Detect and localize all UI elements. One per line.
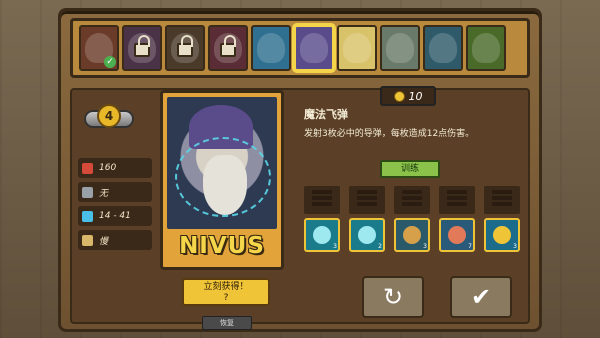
shield-icon xyxy=(82,186,93,198)
hero-portrait-1[interactable]: ✓ xyxy=(79,25,119,71)
skill-level-pip xyxy=(492,190,512,194)
hero-face-icon xyxy=(257,33,285,63)
hero-face-icon xyxy=(472,33,500,63)
hero-portrait-6[interactable] xyxy=(294,25,334,71)
skill-cost-value: 10 xyxy=(408,89,423,103)
restore-button[interactable]: 恢复 xyxy=(202,316,252,330)
hero-face-icon xyxy=(386,33,414,63)
hero-stats: 160 无 14 - 41 慢 xyxy=(78,158,152,254)
stat-value: 无 xyxy=(99,188,109,199)
lock-icon xyxy=(177,35,193,57)
hero-portrait-2[interactable] xyxy=(122,25,162,71)
skill-level-pip xyxy=(447,196,467,200)
skill-glyph-icon xyxy=(493,226,511,244)
skill-level-pip xyxy=(402,196,422,200)
skill-count: 3 xyxy=(513,243,517,250)
skill-slot-column: 3 xyxy=(484,186,520,252)
hero-face-icon xyxy=(343,33,371,63)
skill-count: 3 xyxy=(423,243,427,250)
skill-level-pip xyxy=(312,190,332,194)
hero-name: NIVUS xyxy=(179,233,265,259)
skill-icon-1[interactable]: 3 xyxy=(304,218,340,252)
level-number: 4 xyxy=(97,104,121,128)
hero-portrait-5[interactable] xyxy=(251,25,291,71)
skill-count: 2 xyxy=(378,243,382,250)
reset-button[interactable]: ↻ xyxy=(362,276,424,318)
confirm-button[interactable]: ✔ xyxy=(450,276,512,318)
stat-row: 160 xyxy=(78,158,152,178)
skill-level-pip xyxy=(402,202,422,206)
stat-value: 慢 xyxy=(99,236,109,247)
skill-level-pips xyxy=(304,186,340,214)
owned-check-icon: ✓ xyxy=(104,56,116,68)
skill-level-pip xyxy=(447,202,467,206)
lock-icon xyxy=(134,35,150,57)
checkmark-icon: ✔ xyxy=(470,283,492,311)
buy-now-label: 立刻获得！ xyxy=(203,282,249,292)
reset-icon: ↻ xyxy=(382,283,404,311)
train-button[interactable]: 训练 xyxy=(380,160,440,178)
hero-portrait-7[interactable] xyxy=(337,25,377,71)
hero-face-icon xyxy=(429,33,457,63)
skill-level-pips xyxy=(439,186,475,214)
skill-level-pip xyxy=(402,190,422,194)
buy-now-button[interactable]: 立刻获得！ ? xyxy=(182,278,270,306)
magic-attack-icon xyxy=(82,210,93,222)
skill-level-pip xyxy=(312,202,332,206)
skill-level-pip xyxy=(357,190,377,194)
skill-level-pips xyxy=(394,186,430,214)
skill-icon-4[interactable]: 7 xyxy=(439,218,475,252)
skill-slots: 3 2 3 7 3 xyxy=(304,186,520,252)
skill-description-panel: 魔法飞弹 发射3枚必中的导弹，每枚造成12点伤害。 xyxy=(304,106,516,156)
skill-description: 发射3枚必中的导弹，每枚造成12点伤害。 xyxy=(304,129,475,139)
skill-glyph-icon xyxy=(403,226,421,244)
coin-icon xyxy=(393,90,405,102)
skill-count: 3 xyxy=(333,243,337,250)
stat-row: 无 xyxy=(78,182,152,202)
skill-icon-5[interactable]: 3 xyxy=(484,218,520,252)
stat-row: 慢 xyxy=(78,230,152,250)
skill-glyph-icon xyxy=(313,226,331,244)
skill-level-pip xyxy=(492,196,512,200)
hero-portrait-8[interactable] xyxy=(380,25,420,71)
skill-count: 7 xyxy=(468,243,472,250)
skill-slot-column: 2 xyxy=(349,186,385,252)
skill-title: 魔法飞弹 xyxy=(304,108,348,121)
heart-icon xyxy=(82,162,93,174)
hero-face-icon xyxy=(300,33,328,63)
skill-level-pip xyxy=(447,190,467,194)
magic-sparks-graphic xyxy=(175,137,271,217)
hero-card: NIVUS xyxy=(160,90,284,270)
skill-level-pips xyxy=(349,186,385,214)
skill-cost-badge: 10 xyxy=(380,86,436,106)
hero-portrait-4[interactable] xyxy=(208,25,248,71)
skill-level-pip xyxy=(357,196,377,200)
stat-row: 14 - 41 xyxy=(78,206,152,226)
hourglass-icon xyxy=(82,234,93,246)
skill-level-pips xyxy=(484,186,520,214)
skill-slot-column: 7 xyxy=(439,186,475,252)
skill-level-pip xyxy=(492,202,512,206)
level-badge: 4 xyxy=(84,98,134,134)
skill-glyph-icon xyxy=(358,226,376,244)
skill-level-pip xyxy=(312,196,332,200)
skill-icon-3[interactable]: 3 xyxy=(394,218,430,252)
skill-level-pip xyxy=(357,202,377,206)
stat-value: 160 xyxy=(99,163,117,173)
hero-portrait-strip: ✓ xyxy=(70,18,530,78)
skill-icon-2[interactable]: 2 xyxy=(349,218,385,252)
hero-portrait-9[interactable] xyxy=(423,25,463,71)
lock-icon xyxy=(220,35,236,57)
stat-value: 14 - 41 xyxy=(99,211,131,221)
hero-portrait-3[interactable] xyxy=(165,25,205,71)
buy-now-price: ? xyxy=(223,293,229,303)
skill-slot-column: 3 xyxy=(394,186,430,252)
hero-card-art xyxy=(167,97,277,229)
hero-portrait-10[interactable] xyxy=(466,25,506,71)
skill-slot-column: 3 xyxy=(304,186,340,252)
skill-glyph-icon xyxy=(448,226,466,244)
